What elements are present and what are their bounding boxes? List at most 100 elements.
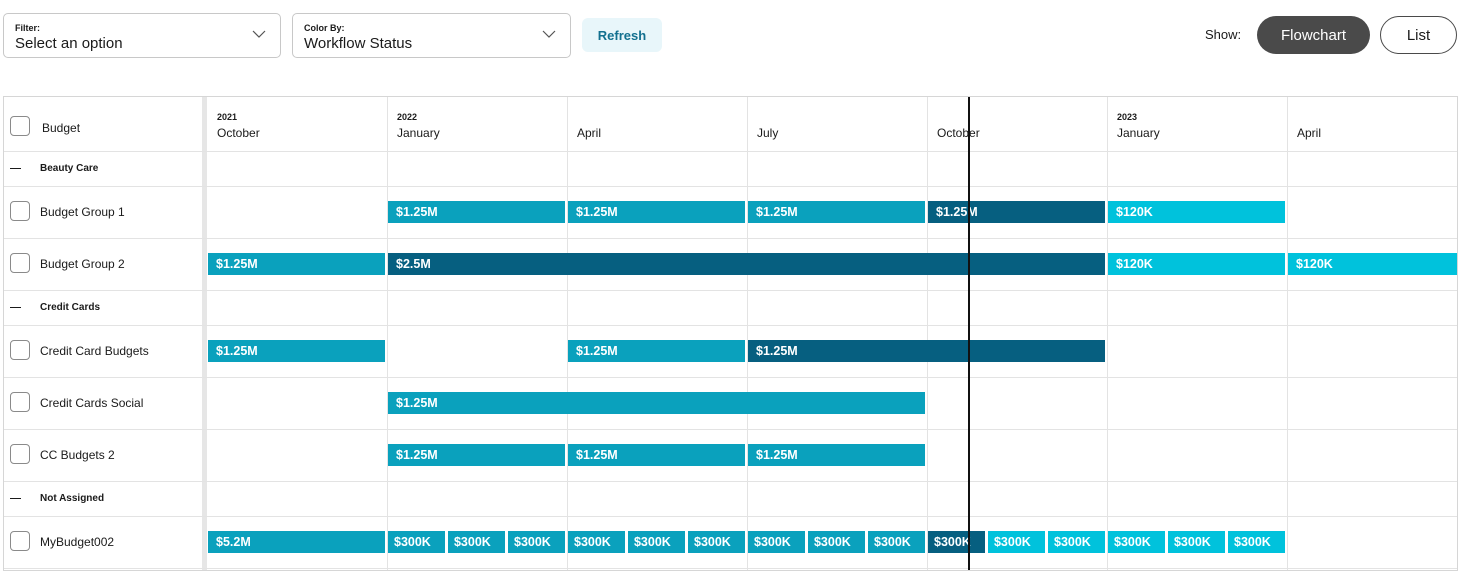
budget-row-label[interactable]: MyBudget002 [40,535,114,549]
list-view-button[interactable]: List [1380,16,1457,54]
column-header: April [567,97,747,151]
group-label: Beauty Care [40,162,99,174]
row-divider [4,290,1457,291]
budget-bar[interactable]: $1.25M [748,444,925,466]
budget-bar[interactable]: $1.25M [388,201,565,223]
budget-row-label[interactable]: Credit Cards Social [40,396,143,410]
row-checkbox[interactable] [10,201,30,221]
collapse-group-icon[interactable] [10,306,21,308]
filter-select[interactable]: Filter: Select an option [3,13,281,58]
column-divider [202,97,207,570]
budget-bar[interactable]: $300K [1108,531,1165,553]
row-divider [4,516,1457,517]
row-divider [4,377,1457,378]
column-gridline [1287,97,1288,570]
budget-name-column: Budget Beauty Care Budget Group 1 Budget G… [4,97,202,570]
budget-row-label[interactable]: CC Budgets 2 [40,448,115,462]
budget-bar[interactable]: $300K [447,531,505,553]
collapse-group-icon[interactable] [10,497,21,499]
column-gridline [747,97,748,570]
flowchart-view-button[interactable]: Flowchart [1257,16,1370,54]
budget-timeline: Budget Beauty Care Budget Group 1 Budget G… [3,96,1458,571]
column-month: October [937,126,980,140]
column-month: January [1117,126,1160,140]
filter-value: Select an option [15,35,123,52]
column-year: 2022 [397,112,418,122]
budget-row-label[interactable]: Credit Card Budgets [40,344,149,358]
budget-bar[interactable]: $1.25M [748,201,925,223]
column-year: 2023 [1117,112,1138,122]
budget-bar[interactable]: $300K [868,531,925,553]
select-all-checkbox[interactable] [10,116,30,136]
budget-row-label[interactable]: Budget Group 2 [40,257,125,271]
collapse-group-icon[interactable] [10,167,21,169]
column-month: July [757,126,779,140]
row-divider [4,186,1457,187]
budget-bar[interactable]: $300K [807,531,865,553]
column-month: January [397,126,440,140]
color-by-label: Color By: [304,23,345,33]
group-label: Not Assigned [40,492,105,504]
column-month: October [217,126,260,140]
row-divider [4,325,1457,326]
column-gridline [387,97,388,570]
row-checkbox[interactable] [10,253,30,273]
column-header: 2023 January [1107,97,1287,151]
row-checkbox[interactable] [10,392,30,412]
budget-bar[interactable]: $300K [748,531,805,553]
chevron-down-icon [542,30,556,38]
column-header: 2022 January [387,97,567,151]
budget-bar[interactable]: $300K [568,531,625,553]
column-gridline [567,97,568,570]
filter-label: Filter: [15,23,41,33]
budget-bar[interactable]: $300K [1228,531,1285,553]
color-by-select[interactable]: Color By: Workflow Status [292,13,571,58]
budget-bar[interactable]: $1.25M [208,340,385,362]
column-month: April [1297,126,1322,140]
budget-bar[interactable]: $1.25M [208,253,385,275]
budget-bar[interactable]: $300K [1048,531,1105,553]
budget-bar[interactable]: $1.25M [928,201,1105,223]
column-year: 2021 [217,112,238,122]
column-header: 2021 October [207,97,387,151]
budget-bar[interactable]: $1.25M [748,340,1105,362]
column-header: October [927,97,1107,151]
budget-bar[interactable]: $120K [1108,253,1285,275]
budget-bar[interactable]: $300K [627,531,685,553]
toolbar: Filter: Select an option Color By: Workf… [0,0,1466,70]
budget-bar[interactable]: $2.5M [388,253,1105,275]
column-month: April [577,126,602,140]
budget-bar[interactable]: $120K [1288,253,1457,275]
show-label: Show: [1205,27,1242,42]
budget-bar[interactable]: $300K [987,531,1045,553]
budget-bar[interactable]: $300K [688,531,745,553]
budget-row-label[interactable]: Budget Group 1 [40,205,125,219]
budget-bar[interactable]: $300K [508,531,565,553]
budget-bar[interactable]: $300K [1167,531,1225,553]
budget-bar[interactable]: $1.25M [568,340,745,362]
budget-bar[interactable]: $1.25M [568,444,745,466]
budget-bar[interactable]: $1.25M [388,392,925,414]
row-checkbox[interactable] [10,444,30,464]
budget-bar[interactable]: $5.2M [208,531,385,553]
row-divider [4,429,1457,430]
row-divider [4,481,1457,482]
row-checkbox[interactable] [10,340,30,360]
budget-bar[interactable]: $300K [928,531,985,553]
budget-bar[interactable]: $1.25M [388,444,565,466]
budget-bar[interactable]: $1.25M [568,201,745,223]
column-header: July [747,97,927,151]
chevron-down-icon [252,30,266,38]
column-header: April [1287,97,1457,151]
column-gridline [1107,97,1108,570]
budget-bar[interactable]: $300K [388,531,445,553]
group-label: Credit Cards [40,301,101,313]
column-gridline [927,97,928,570]
budget-bar[interactable]: $120K [1108,201,1285,223]
color-by-value: Workflow Status [304,35,413,52]
row-checkbox[interactable] [10,531,30,551]
row-divider [4,568,1457,569]
refresh-button[interactable]: Refresh [582,18,662,52]
today-marker [968,97,970,570]
header-divider [4,151,1457,152]
